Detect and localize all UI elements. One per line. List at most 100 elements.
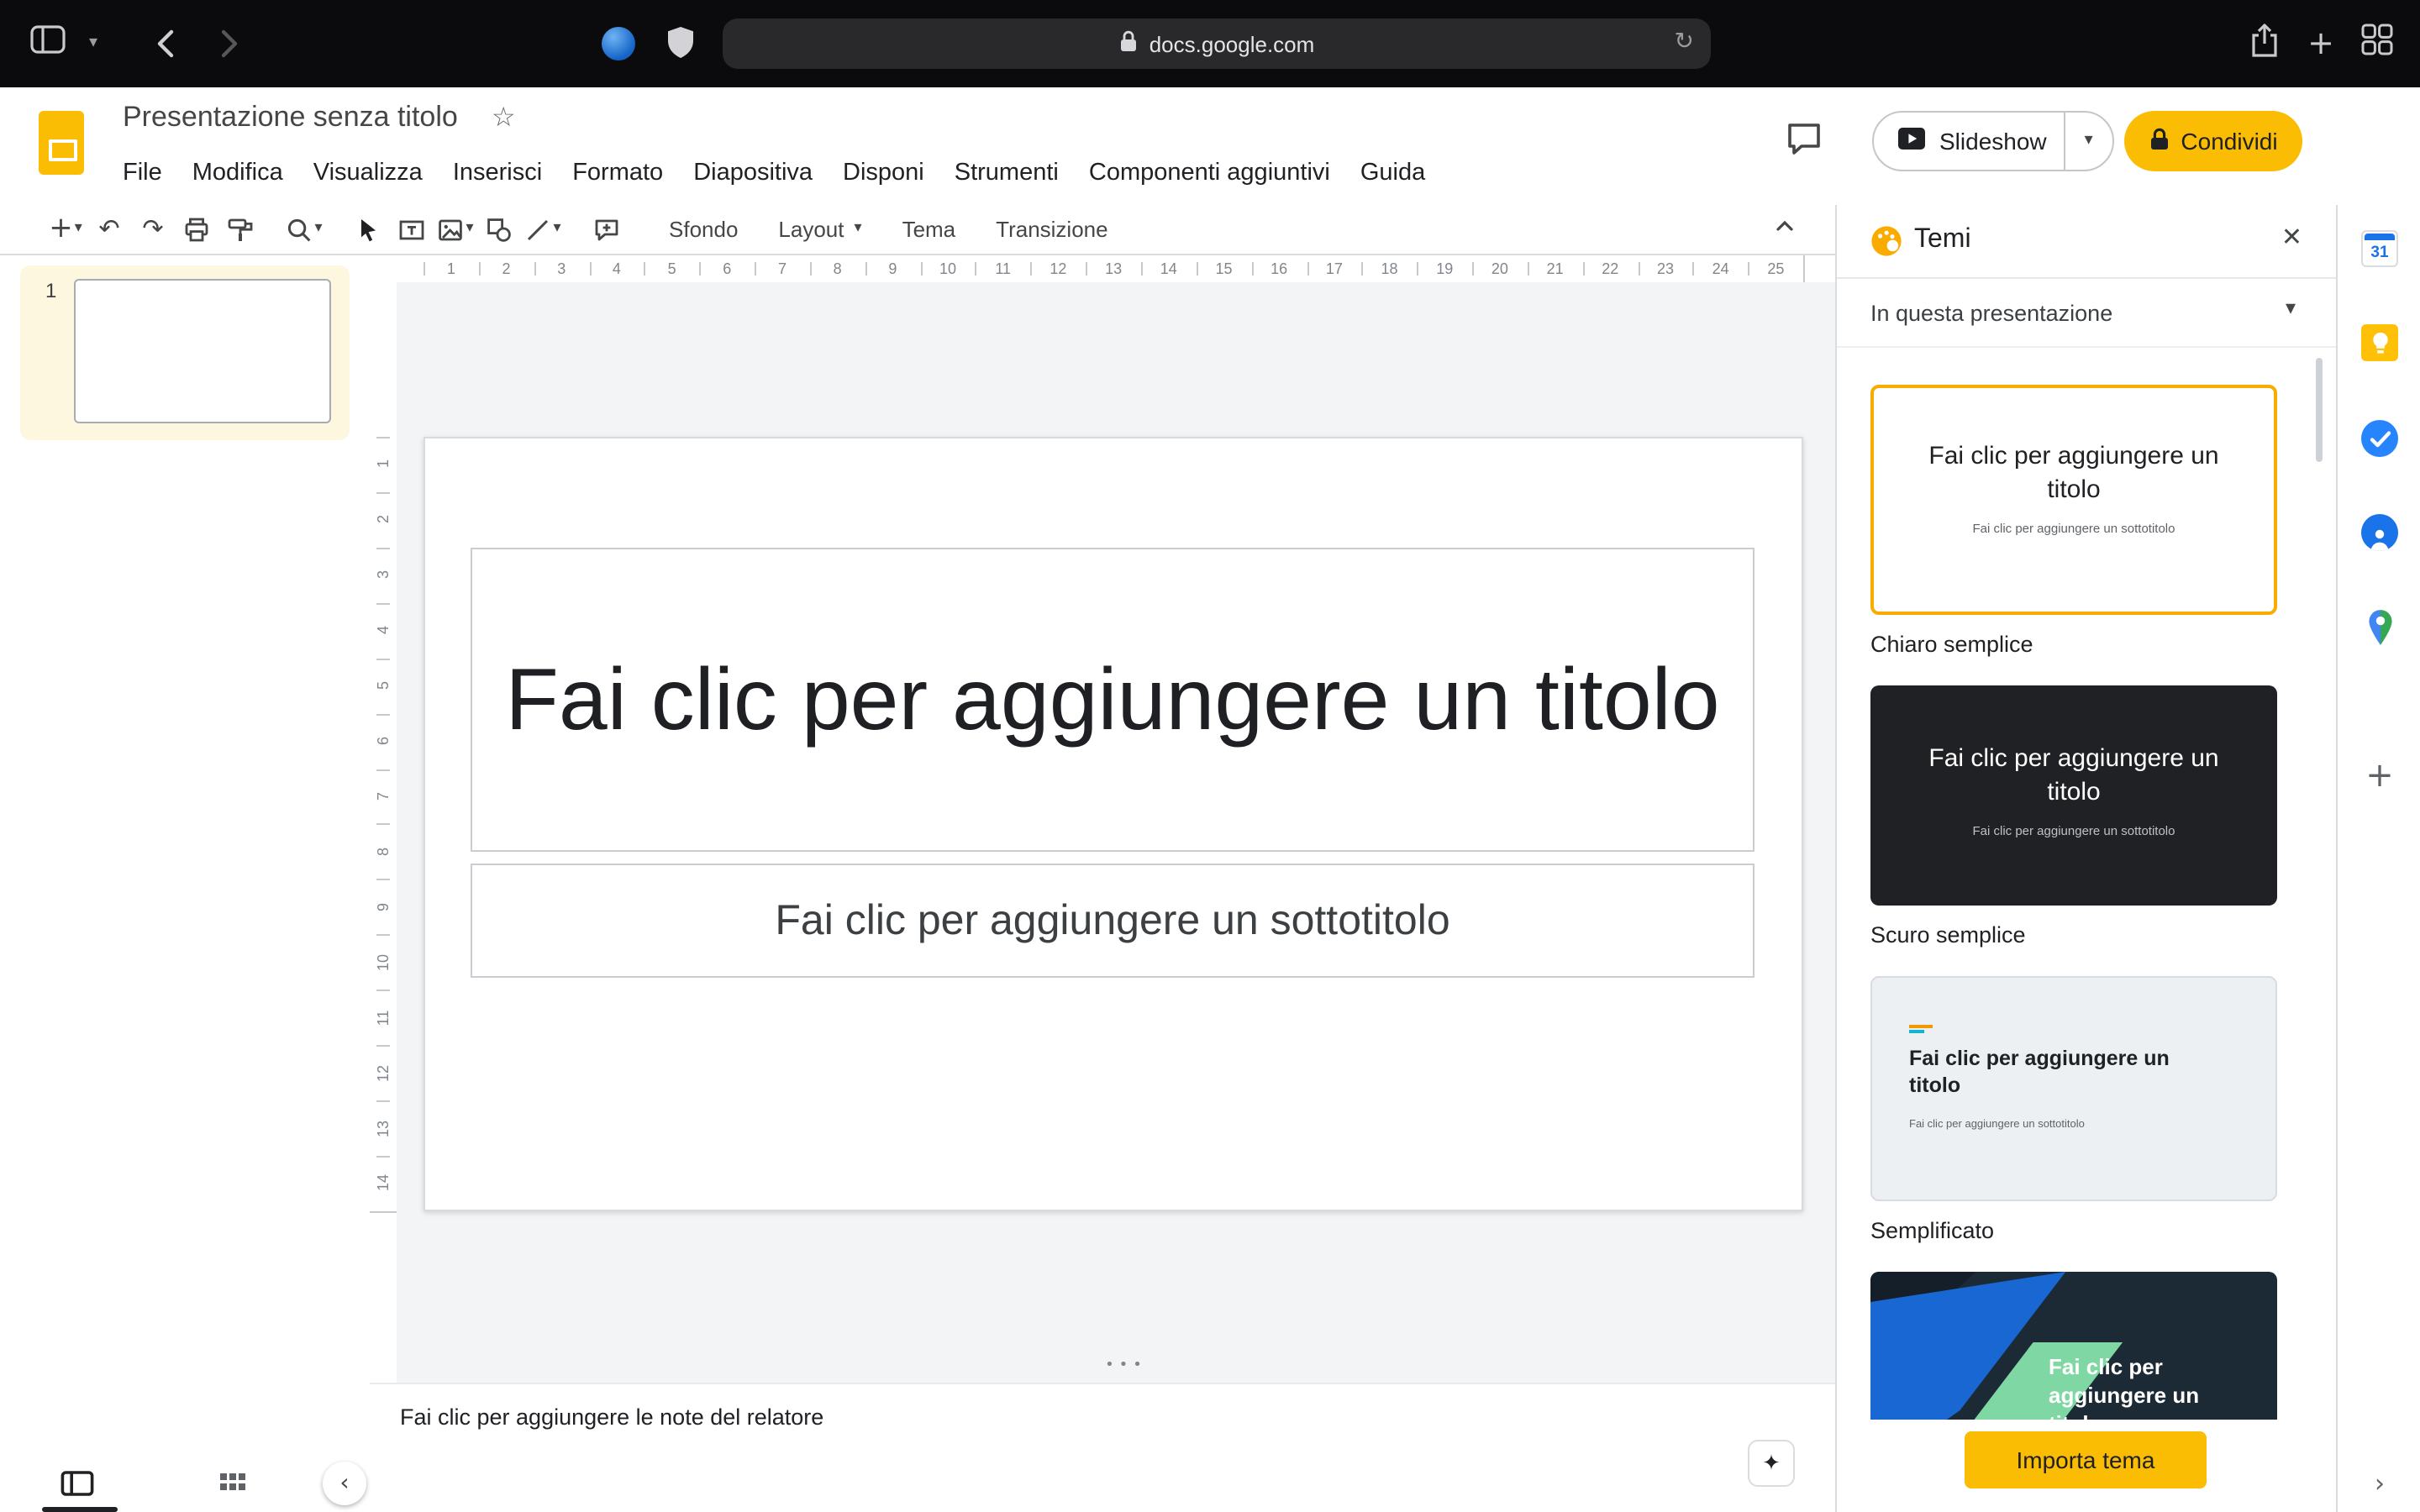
ruler-mark: 3 — [534, 255, 589, 282]
menu-item-formato[interactable]: Formato — [557, 160, 678, 186]
share-label: Condividi — [2181, 128, 2277, 155]
calendar-icon[interactable]: 31 — [2360, 228, 2400, 269]
background-button[interactable]: Sfondo — [649, 217, 758, 242]
insert-shape-icon[interactable] — [477, 209, 521, 249]
theme-card-chiaro-semplice[interactable]: Fai clic per aggiungere un titolo Fai cl… — [1870, 385, 2277, 615]
tasks-icon[interactable] — [2360, 418, 2400, 459]
ruler-mark: 5 — [370, 658, 397, 713]
menu-item-disponi[interactable]: Disponi — [828, 160, 939, 186]
ruler-mark: 19 — [1417, 255, 1472, 282]
menu-item-componenti-aggiuntivi[interactable]: Componenti aggiuntivi — [1074, 160, 1345, 186]
slide-filmstrip: 1 — [0, 255, 370, 1458]
menu-item-guida[interactable]: Guida — [1345, 160, 1440, 186]
themes-panel-footer: Importa tema — [1837, 1420, 2336, 1512]
forward-button[interactable] — [208, 24, 249, 64]
undo-icon[interactable]: ↶ — [87, 209, 131, 249]
active-view-indicator — [42, 1507, 118, 1512]
theme-card-scuro-semplice[interactable]: Fai clic per aggiungere un titolo Fai cl… — [1870, 685, 2277, 906]
new-tab-icon[interactable]: + — [2307, 28, 2334, 60]
comments-icon[interactable] — [1785, 121, 1823, 166]
panel-scrollbar[interactable] — [2316, 358, 2323, 462]
theme-name-label: Chiaro semplice — [1870, 632, 2336, 659]
theme-subtitle-preview: Fai clic per aggiungere un sottotitolo — [1973, 823, 2175, 838]
maps-icon[interactable] — [2360, 606, 2400, 647]
layout-button[interactable]: Layout▾ — [758, 217, 881, 242]
tab-overview-icon[interactable] — [2361, 24, 2393, 64]
editor-canvas[interactable]: 1234567891011121314151617181920212223242… — [370, 255, 1835, 1383]
themes-list: Fai clic per aggiungere un titolo Fai cl… — [1837, 348, 2336, 1420]
ruler-mark: 15 — [1197, 255, 1252, 282]
ruler-mark: 10 — [370, 935, 397, 990]
select-tool-icon[interactable] — [346, 209, 390, 249]
notes-resize-handle[interactable]: ••• — [1076, 1359, 1176, 1374]
redo-icon[interactable]: ↷ — [131, 209, 175, 249]
ruler-mark: 3 — [370, 548, 397, 603]
ruler-mark: 2 — [479, 255, 534, 282]
ruler-mark: 1 — [424, 255, 479, 282]
contacts-icon[interactable] — [2360, 512, 2400, 553]
subtitle-placeholder[interactable]: Fai clic per aggiungere un sottotitolo — [471, 864, 1754, 978]
shield-extension-icon[interactable] — [666, 25, 696, 69]
ruler-mark: 11 — [370, 990, 397, 1045]
theme-name-label: Scuro semplice — [1870, 922, 2336, 949]
share-page-icon[interactable] — [2249, 21, 2281, 66]
current-slide[interactable]: Fai clic per aggiungere un titolo Fai cl… — [424, 437, 1803, 1211]
collapse-filmstrip-button[interactable]: ‹ — [323, 1462, 366, 1505]
menu-item-strumenti[interactable]: Strumenti — [939, 160, 1074, 186]
ruler-mark: 24 — [1693, 255, 1749, 282]
title-placeholder[interactable]: Fai clic per aggiungere un titolo — [471, 548, 1754, 852]
back-button[interactable] — [145, 24, 185, 64]
filmstrip-view-icon[interactable] — [60, 1468, 94, 1507]
ruler-mark: 10 — [920, 255, 976, 282]
theme-card-geometric[interactable]: Fai clic per aggiungere un titolo — [1870, 1272, 2277, 1420]
import-theme-button[interactable]: Importa tema — [1965, 1431, 2207, 1488]
chevron-down-icon[interactable]: ▾ — [2286, 297, 2296, 318]
slideshow-dropdown-icon[interactable]: ▾ — [2065, 133, 2112, 150]
slideshow-button[interactable]: Slideshow ▾ — [1872, 111, 2114, 171]
add-addon-icon[interactable]: + — [2360, 754, 2400, 795]
zoom-dropdown-icon: ▾ — [314, 222, 322, 237]
star-icon[interactable]: ☆ — [492, 104, 516, 131]
theme-title-preview: Fai clic per aggiungere un titolo — [1904, 440, 2244, 507]
extension-icon[interactable] — [602, 27, 635, 60]
slides-logo[interactable] — [39, 111, 84, 175]
menu-item-diapositiva[interactable]: Diapositiva — [678, 160, 828, 186]
ruler-mark: 9 — [865, 255, 921, 282]
menu-item-visualizza[interactable]: Visualizza — [298, 160, 438, 186]
address-bar[interactable]: docs.google.com ↻ — [723, 18, 1711, 69]
slide-thumbnail[interactable] — [74, 279, 331, 423]
filmstrip-slide-1[interactable]: 1 — [20, 265, 350, 440]
collapse-menus-icon[interactable] — [1771, 212, 1798, 247]
insert-image-icon[interactable]: ▾ — [434, 209, 477, 249]
sidebar-toggle-icon[interactable] — [30, 25, 66, 62]
paint-format-icon[interactable] — [218, 209, 262, 249]
print-icon[interactable] — [175, 209, 218, 249]
insert-comment-icon[interactable] — [585, 209, 629, 249]
menu-item-inserisci[interactable]: Inserisci — [438, 160, 557, 186]
sidebar-chevron-icon[interactable]: ▾ — [89, 35, 97, 52]
theme-card-semplificato[interactable]: Fai clic per aggiungere un titolo Fai cl… — [1870, 976, 2277, 1201]
view-switcher-bar: ‹ — [0, 1458, 370, 1512]
menu-item-file[interactable]: File — [108, 160, 177, 186]
grid-view-icon[interactable] — [218, 1470, 247, 1507]
share-button[interactable]: Condividi — [2124, 111, 2302, 171]
theme-button[interactable]: Tema — [882, 217, 976, 242]
keep-icon[interactable] — [2360, 323, 2400, 363]
new-slide-button[interactable]: +▾ — [44, 209, 87, 249]
document-title[interactable]: Presentazione senza titolo — [123, 101, 458, 134]
docs-header: Presentazione senza titolo ☆ FileModific… — [0, 87, 2420, 205]
insert-line-icon[interactable]: ▾ — [521, 209, 565, 249]
zoom-icon[interactable]: ▾ — [282, 209, 326, 249]
close-icon[interactable]: ✕ — [2281, 225, 2302, 250]
transition-button[interactable]: Transizione — [976, 217, 1128, 242]
menu-item-modifica[interactable]: Modifica — [177, 160, 298, 186]
collapse-rail-icon[interactable]: › — [2360, 1463, 2400, 1504]
in-this-presentation-row[interactable]: In questa presentazione ▾ — [1837, 279, 2336, 348]
notes-placeholder[interactable]: Fai clic per aggiungere le note del rela… — [400, 1404, 823, 1430]
gemini-notes-button[interactable]: ✦ — [1748, 1440, 1795, 1487]
text-box-icon[interactable] — [390, 209, 434, 249]
ruler-mark: 7 — [755, 255, 810, 282]
ruler-mark: 5 — [644, 255, 700, 282]
reload-icon[interactable]: ↻ — [1675, 30, 1694, 54]
speaker-notes[interactable]: Fai clic per aggiungere le note del rela… — [370, 1383, 1835, 1512]
